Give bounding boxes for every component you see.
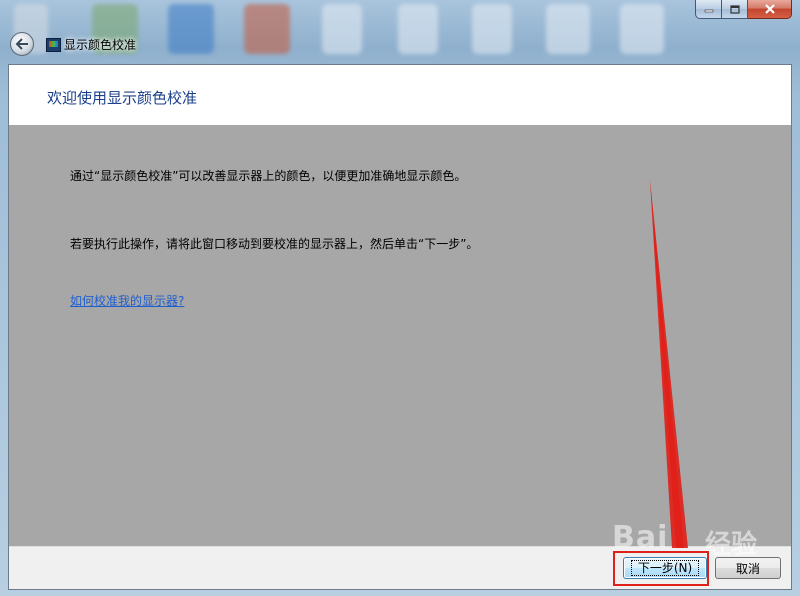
close-button[interactable] [748, 0, 792, 19]
background-blur [620, 4, 664, 54]
window-title: 显示颜色校准 [64, 38, 137, 52]
background-blur [472, 4, 512, 54]
wizard-client-area: 欢迎使用显示颜色校准 通过“显示颜色校准”可以改善显示器上的颜色，以便更加准确地… [8, 64, 792, 590]
minimize-button[interactable] [695, 0, 722, 19]
maximize-button[interactable] [722, 0, 748, 19]
back-arrow-icon [15, 38, 28, 50]
close-icon [764, 4, 775, 14]
minimize-icon [704, 9, 713, 13]
background-blur [322, 4, 362, 54]
background-blur [398, 4, 438, 54]
page-title: 欢迎使用显示颜色校准 [47, 89, 198, 107]
display-calibration-icon [46, 38, 61, 52]
background-blur [546, 4, 590, 54]
header-band: 欢迎使用显示颜色校准 [9, 65, 791, 125]
background-blur [244, 4, 290, 54]
instruction-text: 若要执行此操作，请将此窗口移动到要校准的显示器上，然后单击“下一步”。 [70, 237, 479, 251]
intro-text: 通过“显示颜色校准”可以改善显示器上的颜色，以便更加准确地显示颜色。 [70, 169, 467, 183]
next-button[interactable]: 下一步(N) [623, 557, 707, 579]
wizard-footer: 下一步(N) 取消 [9, 546, 791, 589]
background-blur [168, 4, 214, 54]
cancel-button[interactable]: 取消 [715, 557, 781, 579]
maximize-icon [729, 4, 740, 14]
back-button[interactable] [10, 32, 34, 56]
next-button-label: 下一步(N) [630, 560, 700, 576]
help-link[interactable]: 如何校准我的显示器? [70, 292, 184, 309]
caption-buttons [695, 0, 792, 20]
